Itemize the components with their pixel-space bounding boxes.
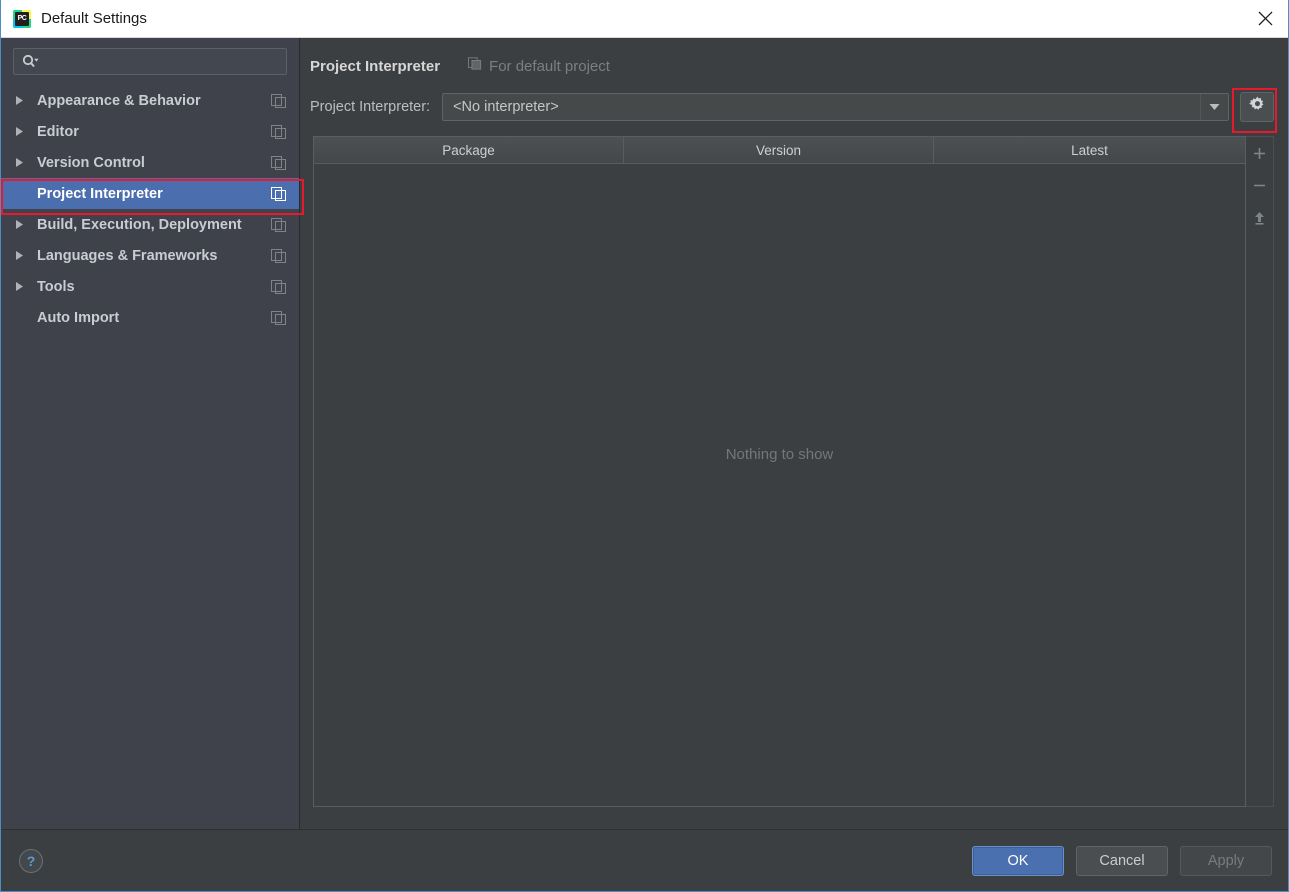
copy-settings-icon [468, 57, 482, 75]
dialog-body: Appearance & Behavior Editor Version Con… [1, 38, 1288, 829]
copy-settings-icon[interactable] [271, 217, 289, 232]
sidebar-item-label: Auto Import [37, 309, 120, 326]
copy-settings-icon[interactable] [271, 186, 289, 201]
sidebar-item-tools[interactable]: Tools [1, 271, 299, 302]
sidebar-item-appearance-behavior[interactable]: Appearance & Behavior [1, 85, 299, 116]
interpreter-select[interactable]: <No interpreter> [442, 93, 1229, 121]
search-input[interactable] [39, 54, 280, 69]
pycharm-icon-text: PC [15, 11, 29, 26]
sidebar-item-auto-import[interactable]: Auto Import [1, 302, 299, 333]
settings-sidebar: Appearance & Behavior Editor Version Con… [1, 38, 300, 829]
copy-settings-icon[interactable] [271, 155, 289, 170]
column-header-latest[interactable]: Latest [934, 137, 1245, 163]
packages-toolbar [1246, 136, 1274, 807]
empty-state-message: Nothing to show [725, 446, 834, 464]
gear-icon [1248, 96, 1266, 118]
copy-settings-icon[interactable] [271, 124, 289, 139]
copy-settings-icon[interactable] [271, 310, 289, 325]
chevron-right-icon[interactable] [15, 281, 37, 292]
minus-icon [1253, 179, 1266, 197]
upgrade-package-button[interactable] [1247, 207, 1273, 233]
sidebar-item-build-execution-deployment[interactable]: Build, Execution, Deployment [1, 209, 299, 240]
sidebar-item-project-interpreter[interactable]: Project Interpreter [1, 178, 299, 209]
sidebar-item-version-control[interactable]: Version Control [1, 147, 299, 178]
copy-settings-icon[interactable] [271, 93, 289, 108]
column-header-package[interactable]: Package [314, 137, 624, 163]
add-package-button[interactable] [1247, 143, 1273, 169]
pycharm-icon: PC [13, 9, 31, 28]
sidebar-item-label: Build, Execution, Deployment [37, 216, 242, 233]
cancel-button[interactable]: Cancel [1076, 845, 1168, 876]
interpreter-row: Project Interpreter: <No interpreter> [300, 86, 1288, 128]
sidebar-item-label: Tools [37, 278, 75, 295]
help-label: ? [26, 852, 36, 869]
page-title: Project Interpreter [310, 57, 441, 75]
sidebar-item-label: Appearance & Behavior [37, 92, 201, 109]
window-titlebar: PC Default Settings [1, 0, 1288, 38]
search-box[interactable] [13, 48, 287, 75]
search-icon [22, 54, 39, 69]
sidebar-item-label: Editor [37, 123, 79, 140]
dialog-footer: ? OK Cancel Apply [1, 829, 1288, 891]
pane-header: Project Interpreter For default project [300, 46, 1288, 86]
scope-note-label: For default project [489, 57, 610, 75]
sidebar-item-label: Project Interpreter [37, 185, 163, 202]
sidebar-item-label: Languages & Frameworks [37, 247, 218, 264]
chevron-right-icon[interactable] [15, 219, 37, 230]
packages-table: Package Version Latest Nothing to show [313, 136, 1246, 807]
interpreter-label: Project Interpreter: [310, 99, 431, 115]
sidebar-item-editor[interactable]: Editor [1, 116, 299, 147]
packages-table-header: Package Version Latest [314, 137, 1245, 164]
settings-dialog: PC Default Settings Appearance & Behavio… [0, 0, 1289, 892]
settings-tree: Appearance & Behavior Editor Version Con… [1, 81, 299, 333]
apply-button[interactable]: Apply [1180, 845, 1272, 876]
chevron-right-icon[interactable] [15, 250, 37, 261]
close-glyph [1258, 11, 1272, 26]
copy-settings-icon[interactable] [271, 279, 289, 294]
column-header-version[interactable]: Version [624, 137, 934, 163]
search-area [1, 38, 299, 81]
window-title: Default Settings [41, 10, 147, 27]
ok-button[interactable]: OK [972, 845, 1064, 876]
copy-settings-icon[interactable] [271, 248, 289, 263]
packages-table-body: Nothing to show [314, 164, 1245, 806]
help-button[interactable]: ? [19, 848, 43, 873]
plus-icon [1253, 147, 1266, 165]
settings-main-pane: Project Interpreter For default project … [300, 38, 1288, 829]
chevron-right-icon[interactable] [15, 126, 37, 137]
interpreter-settings-button[interactable] [1240, 92, 1274, 122]
packages-area: Package Version Latest Nothing to show [313, 136, 1274, 807]
interpreter-selected-value: <No interpreter> [453, 99, 559, 115]
chevron-right-icon[interactable] [15, 157, 37, 168]
sidebar-item-label: Version Control [37, 154, 145, 171]
scope-note: For default project [468, 57, 610, 75]
chevron-down-icon[interactable] [1200, 94, 1228, 120]
sidebar-item-languages-frameworks[interactable]: Languages & Frameworks [1, 240, 299, 271]
remove-package-button[interactable] [1247, 175, 1273, 201]
chevron-right-icon[interactable] [15, 95, 37, 106]
arrow-up-icon [1253, 211, 1266, 230]
close-icon[interactable] [1242, 0, 1288, 37]
